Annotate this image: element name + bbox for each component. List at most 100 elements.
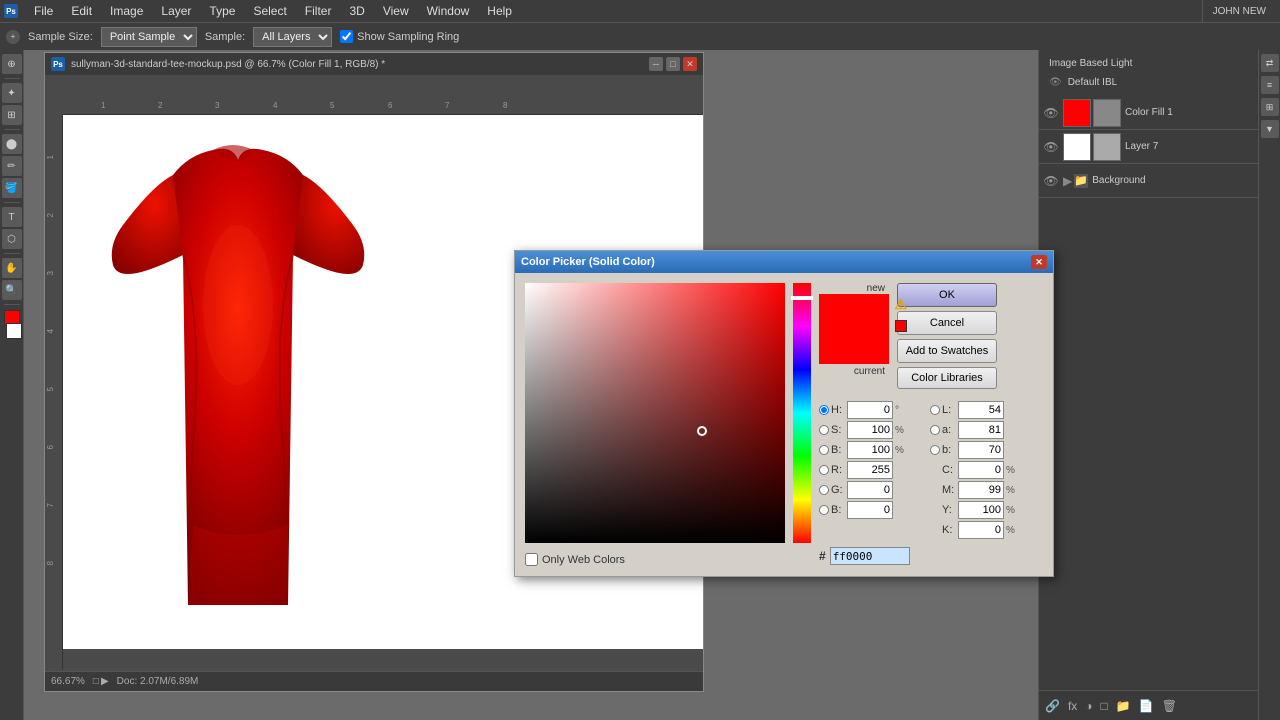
color-swatch-container: ⚠	[819, 294, 889, 364]
only-web-colors-checkbox[interactable]	[525, 553, 538, 566]
group-expand-icon[interactable]: ▶	[1063, 174, 1072, 188]
delete-icon[interactable]: 🗑	[1162, 699, 1177, 713]
color-spectrum[interactable]	[525, 283, 785, 543]
r-radio[interactable]	[819, 465, 829, 475]
background-color[interactable]	[6, 323, 22, 339]
menu-window[interactable]: Window	[419, 2, 478, 20]
new-layer-icon[interactable]: 📄	[1139, 699, 1154, 713]
s-input[interactable]: 100	[847, 421, 893, 439]
color-libraries-button[interactable]: Color Libraries	[897, 367, 997, 389]
cancel-button[interactable]: Cancel	[897, 311, 997, 335]
tool-7[interactable]: ⬡	[2, 229, 22, 249]
folder-icon[interactable]: 📁	[1116, 699, 1131, 713]
close-button[interactable]: ✕	[683, 57, 697, 71]
b-input[interactable]: 100	[847, 441, 893, 459]
layer-visibility-2[interactable]: 👁	[1043, 139, 1059, 155]
menu-file[interactable]: File	[26, 2, 61, 20]
b-unit: %	[895, 445, 904, 456]
ruler-v-label-4: 4	[46, 329, 55, 333]
hue-slider[interactable]	[793, 283, 811, 543]
b2-field-row: b: 70	[930, 441, 1039, 459]
g-input[interactable]: 0	[847, 481, 893, 499]
g-radio[interactable]	[819, 485, 829, 495]
layer-row-layer7[interactable]: 👁 Layer 7	[1039, 130, 1258, 164]
dialog-close-button[interactable]: ✕	[1031, 255, 1047, 269]
tool-hand[interactable]: ✋	[2, 258, 22, 278]
show-sampling-ring-checkbox[interactable]	[340, 30, 353, 43]
color-picker-dialog: Color Picker (Solid Color) ✕ Only Web Co…	[514, 250, 1054, 577]
link-icon[interactable]: 🔗	[1045, 699, 1060, 713]
hex-input[interactable]: ff0000	[830, 547, 910, 565]
blue-input[interactable]: 0	[847, 501, 893, 519]
sample-select[interactable]: All Layers	[253, 27, 332, 47]
tool-3[interactable]: ⬤	[2, 134, 22, 154]
menu-type[interactable]: Type	[201, 2, 243, 20]
b-radio[interactable]	[819, 445, 829, 455]
s-radio[interactable]	[819, 425, 829, 435]
tool-eyedropper[interactable]: ⊕	[2, 54, 22, 74]
mask-icon[interactable]: □	[1101, 699, 1108, 713]
user-button[interactable]: JOHN NEW	[1202, 0, 1276, 22]
fx-icon[interactable]: fx	[1068, 699, 1077, 713]
l-input[interactable]: 54	[958, 401, 1004, 419]
add-to-swatches-button[interactable]: Add to Swatches	[897, 339, 997, 363]
layer-row-color-fill[interactable]: 👁 Color Fill 1	[1039, 96, 1258, 130]
menu-help[interactable]: Help	[479, 2, 520, 20]
tool-1[interactable]: ✦	[2, 83, 22, 103]
l-radio[interactable]	[930, 405, 940, 415]
layer-visibility-1[interactable]: 👁	[1043, 105, 1059, 121]
menu-select[interactable]: Select	[245, 2, 294, 20]
y-input[interactable]: 100	[958, 501, 1004, 519]
sample-size-select[interactable]: Point Sample	[101, 27, 197, 47]
b2-radio[interactable]	[930, 445, 940, 455]
tool-4[interactable]: ✏	[2, 156, 22, 176]
new-color-swatch[interactable]	[819, 294, 889, 329]
tool-6[interactable]: T	[2, 207, 22, 227]
maximize-button[interactable]: □	[666, 57, 680, 71]
k-input[interactable]: 0	[958, 521, 1004, 539]
status-icon-2[interactable]: ▶	[101, 676, 109, 687]
k-unit: %	[1006, 525, 1015, 536]
layer-color-thumb-2	[1063, 133, 1091, 161]
ps-logo: Ps	[51, 57, 65, 71]
right-panel-icon-2[interactable]: ≡	[1261, 76, 1279, 94]
ruler-v-label-2: 2	[46, 213, 55, 217]
hex-row: # ff0000	[819, 547, 1039, 565]
menu-3d[interactable]: 3D	[341, 2, 372, 20]
a-input[interactable]: 81	[958, 421, 1004, 439]
menu-edit[interactable]: Edit	[63, 2, 100, 20]
m-input[interactable]: 99	[958, 481, 1004, 499]
right-panel-icon-1[interactable]: ⇄	[1261, 54, 1279, 72]
layer-thumbs-1	[1063, 99, 1121, 127]
s-unit: %	[895, 425, 904, 436]
status-icon-1[interactable]: □	[93, 676, 99, 687]
ok-button[interactable]: OK	[897, 283, 997, 307]
minimize-button[interactable]: ─	[649, 57, 663, 71]
r-input[interactable]: 255	[847, 461, 893, 479]
tool-5[interactable]: 🪣	[2, 178, 22, 198]
right-panel-icon-3[interactable]: ⊞	[1261, 98, 1279, 116]
menu-filter[interactable]: Filter	[297, 2, 340, 20]
adjustment-icon[interactable]: ◑	[1085, 699, 1092, 713]
only-web-colors-row[interactable]: Only Web Colors	[525, 553, 785, 566]
menu-layer[interactable]: Layer	[153, 2, 199, 20]
h-radio[interactable]	[819, 405, 829, 415]
b2-input[interactable]: 70	[958, 441, 1004, 459]
c-input[interactable]: 0	[958, 461, 1004, 479]
show-sampling-ring-label[interactable]: Show Sampling Ring	[340, 30, 459, 43]
layer-thumbs-2	[1063, 133, 1121, 161]
h-input[interactable]: 0	[847, 401, 893, 419]
menu-image[interactable]: Image	[102, 2, 151, 20]
layer-row-background[interactable]: 👁 ▶ 📁 Background	[1039, 164, 1258, 198]
ps-title-left: Ps sullyman-3d-standard-tee-mockup.psd @…	[51, 57, 385, 71]
a-radio[interactable]	[930, 425, 940, 435]
blue-radio[interactable]	[819, 505, 829, 515]
menu-view[interactable]: View	[375, 2, 417, 20]
layer-visibility-3[interactable]: 👁	[1043, 173, 1059, 189]
tool-2[interactable]: ⊞	[2, 105, 22, 125]
gamut-color-box[interactable]	[895, 320, 907, 332]
eye-icon[interactable]: 👁	[1049, 77, 1062, 88]
tool-zoom[interactable]: 🔍	[2, 280, 22, 300]
gamut-warning-icon[interactable]: ⚠	[894, 296, 907, 313]
right-panel-icon-4[interactable]: ▼	[1261, 120, 1279, 138]
